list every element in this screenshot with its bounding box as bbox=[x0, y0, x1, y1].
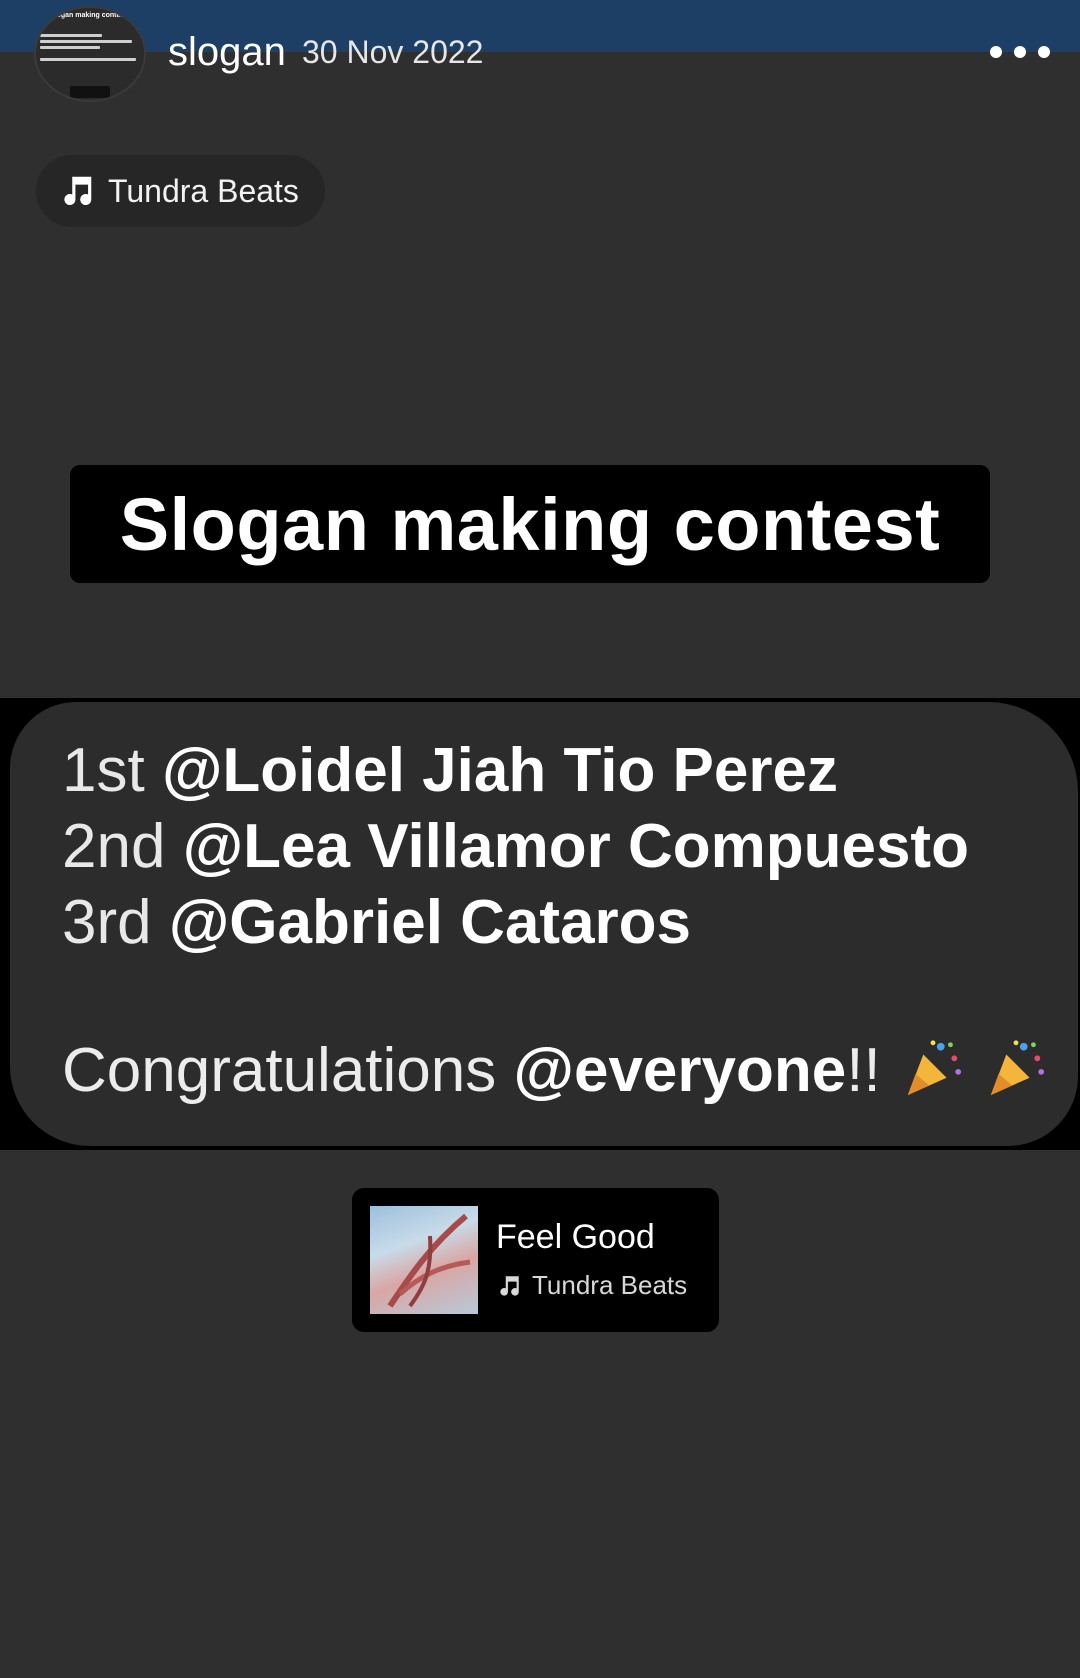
avatar-thumbnail-lines bbox=[40, 34, 140, 64]
music-chip-label: Tundra Beats bbox=[108, 172, 299, 209]
party-popper-icon bbox=[907, 1040, 962, 1096]
album-art-leaves bbox=[387, 1213, 471, 1308]
result-rank: 1st bbox=[62, 736, 145, 805]
story-screen: Slogan making contest slogan 30 Nov 2022… bbox=[0, 0, 1080, 1678]
congrats-text: Congratulations bbox=[62, 1036, 514, 1105]
result-mention[interactable]: @Gabriel Cataros bbox=[169, 888, 691, 957]
results-list: 1st @Loidel Jiah Tio Perez 2nd @Lea Vill… bbox=[62, 733, 969, 961]
more-dot bbox=[1014, 46, 1026, 58]
story-header: Slogan making contest slogan 30 Nov 2022 bbox=[0, 0, 1080, 110]
post-title-box: Slogan making contest bbox=[70, 465, 990, 583]
result-line-1: 1st @Loidel Jiah Tio Perez bbox=[62, 733, 969, 809]
song-title: Feel Good bbox=[496, 1218, 655, 1256]
result-mention[interactable]: @Loidel Jiah Tio Perez bbox=[162, 736, 838, 805]
congrats-mention[interactable]: @everyone bbox=[514, 1036, 847, 1105]
more-horizontal-icon bbox=[990, 46, 1002, 58]
post-date: 30 Nov 2022 bbox=[302, 34, 484, 70]
song-card[interactable]: Feel Good Tundra Beats bbox=[352, 1188, 719, 1332]
result-rank: 3rd bbox=[62, 888, 152, 957]
more-options-button[interactable] bbox=[990, 40, 1050, 64]
result-mention[interactable]: @Lea Villamor Compuesto bbox=[183, 812, 969, 881]
avatar-thumbnail-card bbox=[70, 86, 110, 98]
party-popper-icon bbox=[990, 1040, 1045, 1096]
avatar-thumbnail-title: Slogan making contest bbox=[50, 12, 127, 19]
result-line-2: 2nd @Lea Villamor Compuesto bbox=[62, 809, 969, 885]
result-rank: 2nd bbox=[62, 812, 166, 881]
congrats-suffix: !! bbox=[846, 1036, 881, 1105]
congrats-line: Congratulations @everyone!! bbox=[62, 1035, 1047, 1106]
song-artist: Tundra Beats bbox=[532, 1270, 688, 1300]
music-chip[interactable]: Tundra Beats bbox=[36, 155, 325, 227]
album-art bbox=[370, 1206, 478, 1314]
result-line-3: 3rd @Gabriel Cataros bbox=[62, 885, 969, 961]
music-note-icon bbox=[500, 1275, 519, 1296]
music-note-icon bbox=[64, 176, 92, 206]
avatar[interactable]: Slogan making contest bbox=[36, 8, 144, 100]
song-artist-row: Tundra Beats bbox=[496, 1270, 687, 1301]
username[interactable]: slogan bbox=[168, 30, 286, 75]
post-title: Slogan making contest bbox=[119, 482, 941, 566]
more-dot bbox=[1038, 46, 1050, 58]
